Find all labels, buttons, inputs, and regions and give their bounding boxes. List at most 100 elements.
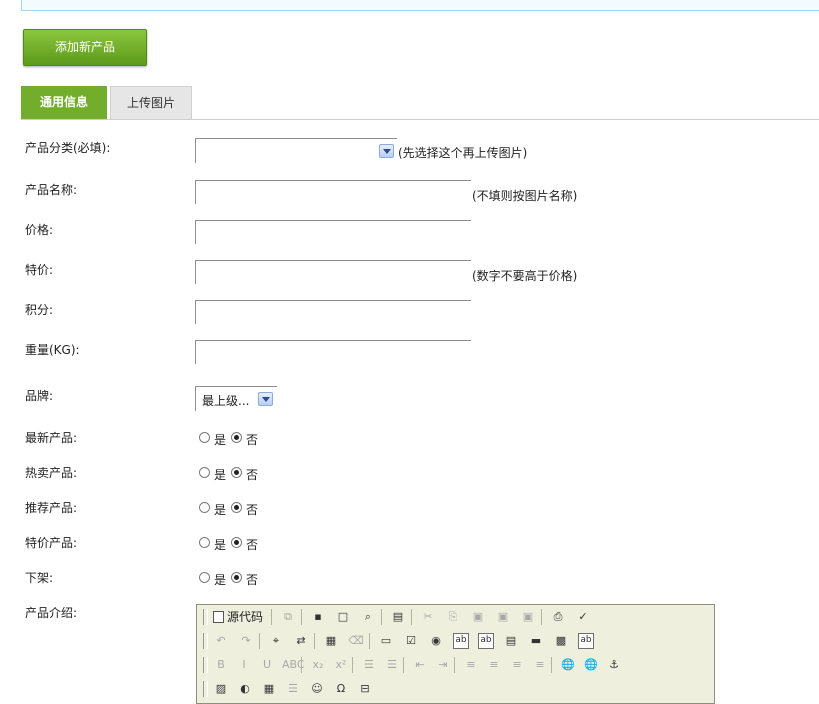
save-icon[interactable]: ▪ (310, 609, 326, 625)
hot-no-radio[interactable] (231, 467, 242, 478)
image-button-icon[interactable]: ▩ (553, 633, 569, 649)
bold-icon[interactable]: B (213, 657, 229, 673)
recommended-product-label: 推荐产品: (25, 501, 78, 515)
undo-icon[interactable]: ↶ (213, 633, 229, 649)
subscript-icon[interactable]: x₂ (310, 657, 326, 673)
align-center-icon[interactable]: ≡ (486, 657, 502, 673)
toolbar-separator (454, 657, 455, 673)
toolbar-grip[interactable] (203, 657, 208, 673)
description-label: 产品介绍: (25, 606, 78, 620)
price-input[interactable] (195, 220, 471, 244)
newest-yes-radio[interactable] (199, 432, 210, 443)
toolbar-separator (259, 633, 260, 649)
print-icon[interactable]: ⎙ (550, 609, 566, 625)
table-icon[interactable]: ▦ (261, 681, 277, 697)
align-right-icon[interactable]: ≡ (509, 657, 525, 673)
info-bar (21, 0, 819, 11)
find-icon[interactable]: ⌖ (268, 633, 284, 649)
brand-select[interactable]: 最上级... (195, 386, 277, 411)
category-select[interactable] (195, 138, 397, 163)
paste-word-icon[interactable]: ▣ (520, 609, 536, 625)
weight-input[interactable] (195, 340, 471, 364)
tab-general-info[interactable]: 通用信息 (21, 86, 107, 119)
form-icon[interactable]: ▭ (378, 633, 394, 649)
outdent-icon[interactable]: ⇤ (412, 657, 428, 673)
recommended-yes-radio[interactable] (199, 502, 210, 513)
product-name-label: 产品名称: (25, 183, 78, 197)
new-page-icon[interactable]: □ (335, 609, 351, 625)
textfield-icon[interactable]: ab (453, 633, 469, 649)
yes-label: 是 (214, 503, 227, 517)
toolbar-separator (403, 657, 404, 673)
remove-format-icon[interactable]: ⌫ (348, 633, 364, 649)
replace-icon[interactable]: ⇄ (293, 633, 309, 649)
strike-icon[interactable]: ABC (282, 657, 305, 673)
toolbar-grip[interactable] (203, 633, 208, 649)
link-icon[interactable]: 🌐 (560, 657, 576, 673)
toolbar-grip[interactable] (203, 681, 208, 697)
special-yes-radio[interactable] (199, 537, 210, 548)
off-shelf-label: 下架: (25, 571, 54, 585)
toolbar-separator (301, 609, 302, 625)
special-product-label: 特价产品: (25, 536, 78, 550)
price-label: 价格: (25, 223, 54, 237)
templates-icon[interactable]: ▤ (390, 609, 406, 625)
horizontal-rule-icon[interactable]: ☰ (285, 681, 301, 697)
toolbar-separator (271, 609, 272, 625)
off-shelf-no-radio[interactable] (231, 572, 242, 583)
textarea-icon[interactable]: ab (478, 633, 494, 649)
button-field-icon[interactable]: ▬ (528, 633, 544, 649)
superscript-icon[interactable]: x² (333, 657, 349, 673)
source-label: 源代码 (227, 610, 264, 624)
anchor-icon[interactable]: ⚓ (606, 657, 622, 673)
add-product-button[interactable]: 添加新产品 (23, 29, 147, 66)
off-shelf-yes-radio[interactable] (199, 572, 210, 583)
paste-text-icon[interactable]: ▣ (495, 609, 511, 625)
checkbox-icon[interactable]: ☑ (403, 633, 419, 649)
align-left-icon[interactable]: ≡ (463, 657, 479, 673)
smiley-icon[interactable]: ☺ (309, 681, 325, 697)
category-hint: (先选择这个再上传图片) (398, 146, 528, 160)
no-label: 否 (246, 468, 259, 482)
product-name-input[interactable] (195, 180, 471, 204)
radio-icon[interactable]: ◉ (428, 633, 444, 649)
page-break-icon[interactable]: ⊟ (357, 681, 373, 697)
yes-label: 是 (214, 468, 227, 482)
ordered-list-icon[interactable]: ☰ (361, 657, 377, 673)
no-label: 否 (246, 503, 259, 517)
select-all-icon[interactable]: ▦ (323, 633, 339, 649)
underline-icon[interactable]: U (259, 657, 275, 673)
tab-upload-images[interactable]: 上传图片 (110, 86, 192, 119)
redo-icon[interactable]: ↷ (238, 633, 254, 649)
points-input[interactable] (195, 300, 471, 324)
flash-icon[interactable]: ◐ (237, 681, 253, 697)
brand-select-value: 最上级... (202, 394, 250, 408)
spellcheck-icon[interactable]: ✓ (575, 609, 591, 625)
newest-no-radio[interactable] (231, 432, 242, 443)
source-button[interactable]: 源代码 (213, 609, 263, 625)
recommended-no-radio[interactable] (231, 502, 242, 513)
special-price-input[interactable] (195, 260, 471, 284)
preview-icon[interactable]: ⌕ (360, 609, 376, 625)
italic-icon[interactable]: I (236, 657, 252, 673)
hot-yes-radio[interactable] (199, 467, 210, 478)
cut-icon[interactable]: ✂ (420, 609, 436, 625)
justify-icon[interactable]: ≡ (532, 657, 548, 673)
unlink-icon[interactable]: 🌐 (583, 657, 599, 673)
rich-text-editor[interactable]: 源代码 ⧉ ▪ □ ⌕ ▤ ✂ ⎘ ▣ ▣ ▣ ⎙ ✓ ↶ ↷ ⌖ ⇄ ▦ ⌫ ▭ ☑ ◉ ab ab ▤ ▬ ▩ ab B I U AB… (196, 604, 715, 704)
special-char-icon[interactable]: Ω (333, 681, 349, 697)
copy-icon[interactable]: ⎘ (445, 609, 461, 625)
select-field-icon[interactable]: ▤ (503, 633, 519, 649)
hidden-field-icon[interactable]: ab (578, 633, 594, 649)
no-label: 否 (246, 573, 259, 587)
indent-icon[interactable]: ⇥ (435, 657, 451, 673)
unordered-list-icon[interactable]: ☰ (384, 657, 400, 673)
special-no-radio[interactable] (231, 537, 242, 548)
toolbar-separator (314, 633, 315, 649)
toolbar-grip[interactable] (203, 609, 208, 625)
source-icon (213, 611, 224, 623)
tab-divider (21, 119, 819, 120)
image-icon[interactable]: ▨ (213, 681, 229, 697)
paste-icon[interactable]: ▣ (470, 609, 486, 625)
template-icon[interactable]: ⧉ (280, 609, 296, 625)
